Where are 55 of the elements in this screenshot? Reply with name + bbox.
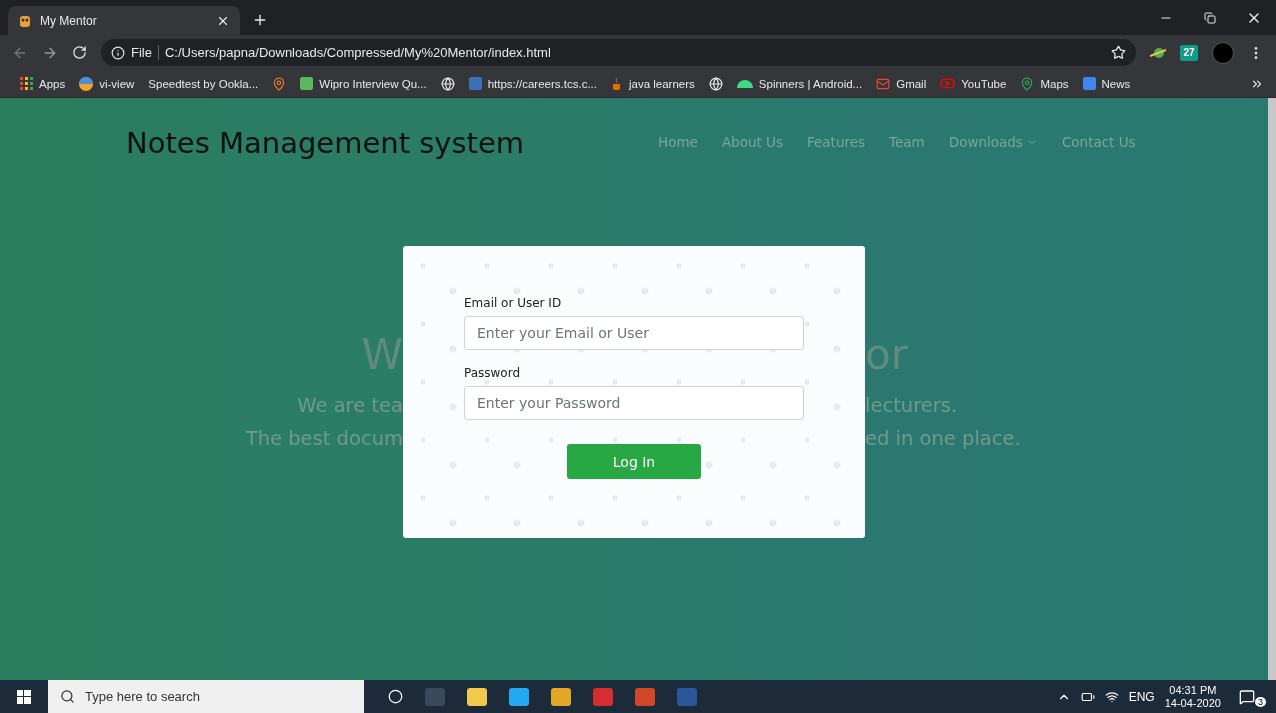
email-input[interactable]: Enter your Email or User [464,316,804,350]
map-pin-icon [1020,76,1035,91]
notification-icon[interactable] [1239,688,1255,705]
taskbar-clock[interactable]: 04:31 PM 14-04-2020 [1164,683,1221,710]
browser-tab[interactable]: My Mentor [8,6,240,35]
bookmark-item[interactable]: Wipro Interview Qu... [300,77,427,90]
globe-icon [708,76,723,91]
notification-count: 3 [1255,696,1266,707]
search-placeholder: Type here to search [85,689,200,704]
bookmark-item[interactable] [440,76,455,91]
pin-icon [272,76,287,91]
site-brand: Notes Management system [126,126,526,160]
taskbar-search-field[interactable]: Type here to search [48,680,364,713]
password-label: Password [464,366,522,380]
mail-icon [876,76,891,91]
cup-icon [611,76,623,91]
owl-favicon-icon [18,13,32,28]
bookmark-item[interactable]: vi-view [79,76,135,91]
planet-extension-icon[interactable] [1150,45,1166,60]
bookmark-item[interactable]: Spinners | Android... [736,77,863,90]
apps-grid-icon [20,77,33,90]
tab-title: My Mentor [40,13,98,28]
globe-icon [440,76,455,91]
email-label: Email or User ID [464,296,563,310]
bookmark-item[interactable]: https://careers.tcs.c... [468,77,597,90]
bookmark-item[interactable]: Apps [20,77,66,90]
new-tab-icon[interactable] [252,12,268,28]
android-icon [736,79,753,88]
bookmark-item[interactable]: Maps [1020,76,1069,91]
bookmark-item[interactable]: java learners [611,76,695,91]
play-icon [940,76,956,91]
bookmark-item[interactable]: YouTube [940,76,1007,91]
bookmark-item[interactable]: Gmail [876,76,927,91]
hero-text: lecturers. [865,393,958,419]
bookmark-item[interactable]: Speedtest by Ookla... [148,77,259,90]
hero-text: The best docum [245,426,403,452]
hero-text: ed in one place. [865,426,1021,452]
reload-icon[interactable] [72,45,87,60]
bookmark-item[interactable] [272,76,287,91]
bookmark-item[interactable]: News [1082,77,1131,90]
cortana-circle-icon[interactable] [388,689,403,704]
square-logo-icon [468,77,482,90]
bookmark-item[interactable] [708,76,723,91]
address-bar[interactable]: File C:/Users/papna/Downloads/Compressed/My%20Mentor/index.html [101,39,1136,66]
globe-logo-icon [79,76,94,91]
wifi-icon[interactable] [1104,689,1119,704]
language-indicator[interactable]: ENG [1128,689,1155,704]
search-icon [60,689,75,704]
url-scheme: File [131,45,159,60]
scrollbar[interactable] [1268,98,1276,680]
url-text: C:/Users/papna/Downloads/Compressed/My%20Mentor/index.html [164,45,551,60]
bookmark-star-icon[interactable] [1111,45,1126,60]
hero-text: We are tea [297,393,403,419]
info-icon [111,45,125,60]
password-input[interactable]: Enter your Password [464,386,804,420]
